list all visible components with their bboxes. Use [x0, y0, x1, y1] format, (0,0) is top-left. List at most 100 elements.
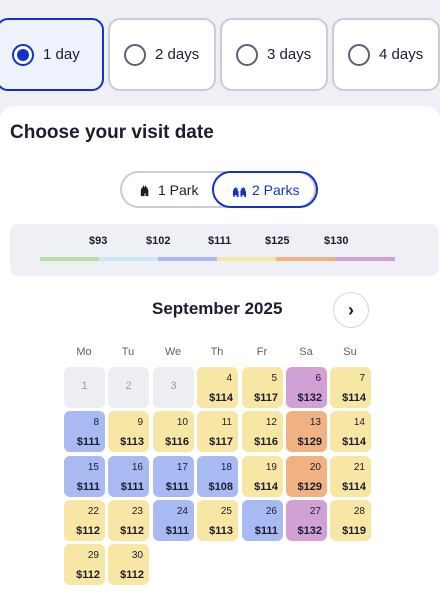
day-number: 13: [309, 417, 321, 428]
radio-icon: [348, 43, 370, 66]
duration-option-1-day[interactable]: 1 day: [0, 18, 104, 91]
day-price: $112: [120, 525, 144, 537]
calendar-day-8[interactable]: 8 $111: [64, 411, 105, 452]
calendar-day-15[interactable]: 15 $111: [64, 456, 105, 497]
weekday-label: Th: [210, 346, 224, 358]
day-number: 12: [265, 417, 277, 428]
calendar-day-5[interactable]: 5 $117: [242, 367, 283, 408]
legend-price: $93: [89, 235, 108, 247]
day-number: 18: [220, 462, 232, 473]
day-number: 21: [353, 462, 365, 473]
radio-selected-icon: [12, 43, 34, 66]
day-number: 6: [315, 373, 321, 384]
duration-label: 2 days: [155, 46, 200, 63]
day-number: 5: [271, 373, 277, 384]
day-price: $119: [342, 525, 366, 537]
calendar-day-16[interactable]: 16 $111: [108, 456, 149, 497]
day-price: $113: [120, 436, 144, 448]
day-price: $111: [76, 436, 100, 448]
day-number: 19: [265, 462, 277, 473]
calendar-day-19[interactable]: 19 $114: [242, 456, 283, 497]
calendar-day-9[interactable]: 9 $113: [108, 411, 149, 452]
day-number: 8: [93, 417, 99, 428]
calendar-day-30[interactable]: 30 $112: [108, 544, 149, 585]
day-price: $111: [254, 525, 278, 537]
duration-selector: 1 day 2 days 3 days 4 days: [0, 18, 440, 92]
radio-icon: [236, 43, 258, 66]
calendar-day-12[interactable]: 12 $116: [242, 411, 283, 452]
day-price: $129: [297, 436, 322, 448]
day-price: $112: [76, 525, 100, 537]
calendar-day-6[interactable]: 6 $132: [286, 367, 327, 408]
day-number: 15: [87, 462, 99, 473]
day-price: $114: [342, 392, 366, 404]
day-price: $114: [254, 481, 278, 493]
duration-option-2-days[interactable]: 2 days: [108, 18, 216, 91]
day-number: 26: [265, 506, 277, 517]
weekday-label: Mo: [76, 346, 92, 358]
calendar-day-14[interactable]: 14 $114: [330, 411, 371, 452]
calendar-day-7[interactable]: 7 $114: [330, 367, 371, 408]
legend-bar: [276, 257, 335, 261]
chevron-right-icon: ›: [348, 299, 354, 320]
calendar-day-29[interactable]: 29 $112: [64, 544, 105, 585]
day-price: $117: [209, 436, 233, 448]
castles-icon: [232, 186, 247, 197]
day-price: $108: [208, 481, 233, 493]
calendar-day-23[interactable]: 23 $112: [108, 500, 149, 541]
day-price: $111: [120, 481, 144, 493]
section-title: Choose your visit date: [10, 122, 214, 143]
calendar-day-10[interactable]: 10 $116: [153, 411, 194, 452]
weekday-label: Tu: [121, 346, 135, 358]
one-park-button[interactable]: 1 Park: [138, 171, 198, 208]
castle-icon: [140, 184, 149, 197]
legend-price: $125: [265, 235, 290, 247]
day-number: 25: [220, 506, 232, 517]
day-number: 23: [131, 506, 143, 517]
month-title: September 2025: [152, 299, 283, 318]
next-month-button[interactable]: ›: [333, 292, 369, 328]
day-number: 11: [221, 417, 232, 428]
day-number: 30: [131, 550, 143, 561]
calendar-day-26[interactable]: 26 $111: [242, 500, 283, 541]
legend-bar: [335, 257, 395, 261]
legend-price: $111: [208, 235, 232, 247]
legend-bar: [99, 257, 158, 261]
calendar-day-27[interactable]: 27 $132: [286, 500, 327, 541]
day-price: $113: [209, 525, 233, 537]
day-number: 16: [131, 462, 143, 473]
weekday-label: Sa: [299, 346, 313, 358]
day-price: $132: [297, 525, 322, 537]
two-parks-button[interactable]: 2 Parks: [212, 171, 318, 208]
calendar-day-1: 1: [64, 367, 105, 408]
legend-price: $102: [146, 235, 171, 247]
duration-label: 3 days: [267, 46, 312, 63]
day-number: 9: [137, 417, 143, 428]
day-price: $114: [209, 392, 233, 404]
duration-option-4-days[interactable]: 4 days: [332, 18, 440, 91]
calendar-day-25[interactable]: 25 $113: [197, 500, 238, 541]
day-price: $114: [342, 481, 366, 493]
calendar-day-18[interactable]: 18 $108: [197, 456, 238, 497]
legend-bar: [217, 257, 276, 261]
day-number: 14: [353, 417, 365, 428]
day-number: 10: [176, 417, 188, 428]
duration-label: 1 day: [43, 46, 80, 63]
calendar-day-13[interactable]: 13 $129: [286, 411, 327, 452]
day-price: $111: [165, 525, 189, 537]
calendar-day-4[interactable]: 4 $114: [197, 367, 238, 408]
day-price: $116: [254, 436, 278, 448]
two-parks-label: 2 Parks: [252, 181, 300, 198]
calendar-day-3: 3: [153, 367, 194, 408]
calendar-day-21[interactable]: 21 $114: [330, 456, 371, 497]
calendar-day-22[interactable]: 22 $112: [64, 500, 105, 541]
calendar-day-24[interactable]: 24 $111: [153, 500, 194, 541]
duration-option-3-days[interactable]: 3 days: [220, 18, 328, 91]
calendar-day-17[interactable]: 17 $111: [153, 456, 194, 497]
day-number: 29: [87, 550, 99, 561]
calendar-day-11[interactable]: 11 $117: [197, 411, 238, 452]
calendar-day-20[interactable]: 20 $129: [286, 456, 327, 497]
calendar-day-28[interactable]: 28 $119: [330, 500, 371, 541]
day-price: $129: [297, 481, 322, 493]
day-price: $116: [165, 436, 189, 448]
